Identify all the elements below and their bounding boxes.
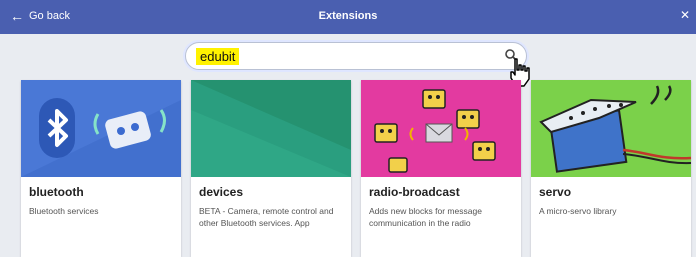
top-bar: ← Go back Extensions ✕ bbox=[0, 0, 696, 34]
devices-image bbox=[191, 80, 351, 177]
radio-broadcast-thumbnail bbox=[361, 80, 521, 177]
card-description: A micro-servo library bbox=[539, 206, 617, 216]
card-title: devices bbox=[199, 185, 244, 199]
card-title: servo bbox=[539, 185, 572, 199]
close-icon[interactable]: ✕ bbox=[680, 8, 690, 22]
page-title: Extensions bbox=[318, 10, 378, 22]
bluetooth-image bbox=[21, 80, 181, 177]
search-value: edubit bbox=[196, 48, 240, 65]
radio-broadcast-image bbox=[361, 80, 521, 177]
card-description: BETA - Camera, remote control and other … bbox=[199, 206, 334, 228]
devices-thumbnail bbox=[191, 80, 351, 177]
card-description: Adds new blocks for message communicatio… bbox=[369, 206, 482, 228]
card-description: Bluetooth services bbox=[29, 206, 99, 216]
bluetooth-thumbnail bbox=[21, 80, 181, 177]
extension-card-radio-broadcast[interactable]: radio-broadcast Adds new blocks for mess… bbox=[361, 80, 521, 257]
extension-card-devices[interactable]: devices BETA - Camera, remote control an… bbox=[191, 80, 351, 257]
card-title: radio-broadcast bbox=[369, 185, 460, 199]
servo-thumbnail bbox=[531, 80, 691, 177]
extension-card-bluetooth[interactable]: bluetooth Bluetooth services bbox=[21, 80, 181, 257]
search-input[interactable]: edubit bbox=[185, 42, 527, 70]
card-title: bluetooth bbox=[29, 185, 84, 199]
extension-card-servo[interactable]: servo A micro-servo library bbox=[531, 80, 691, 257]
servo-image bbox=[531, 80, 691, 177]
